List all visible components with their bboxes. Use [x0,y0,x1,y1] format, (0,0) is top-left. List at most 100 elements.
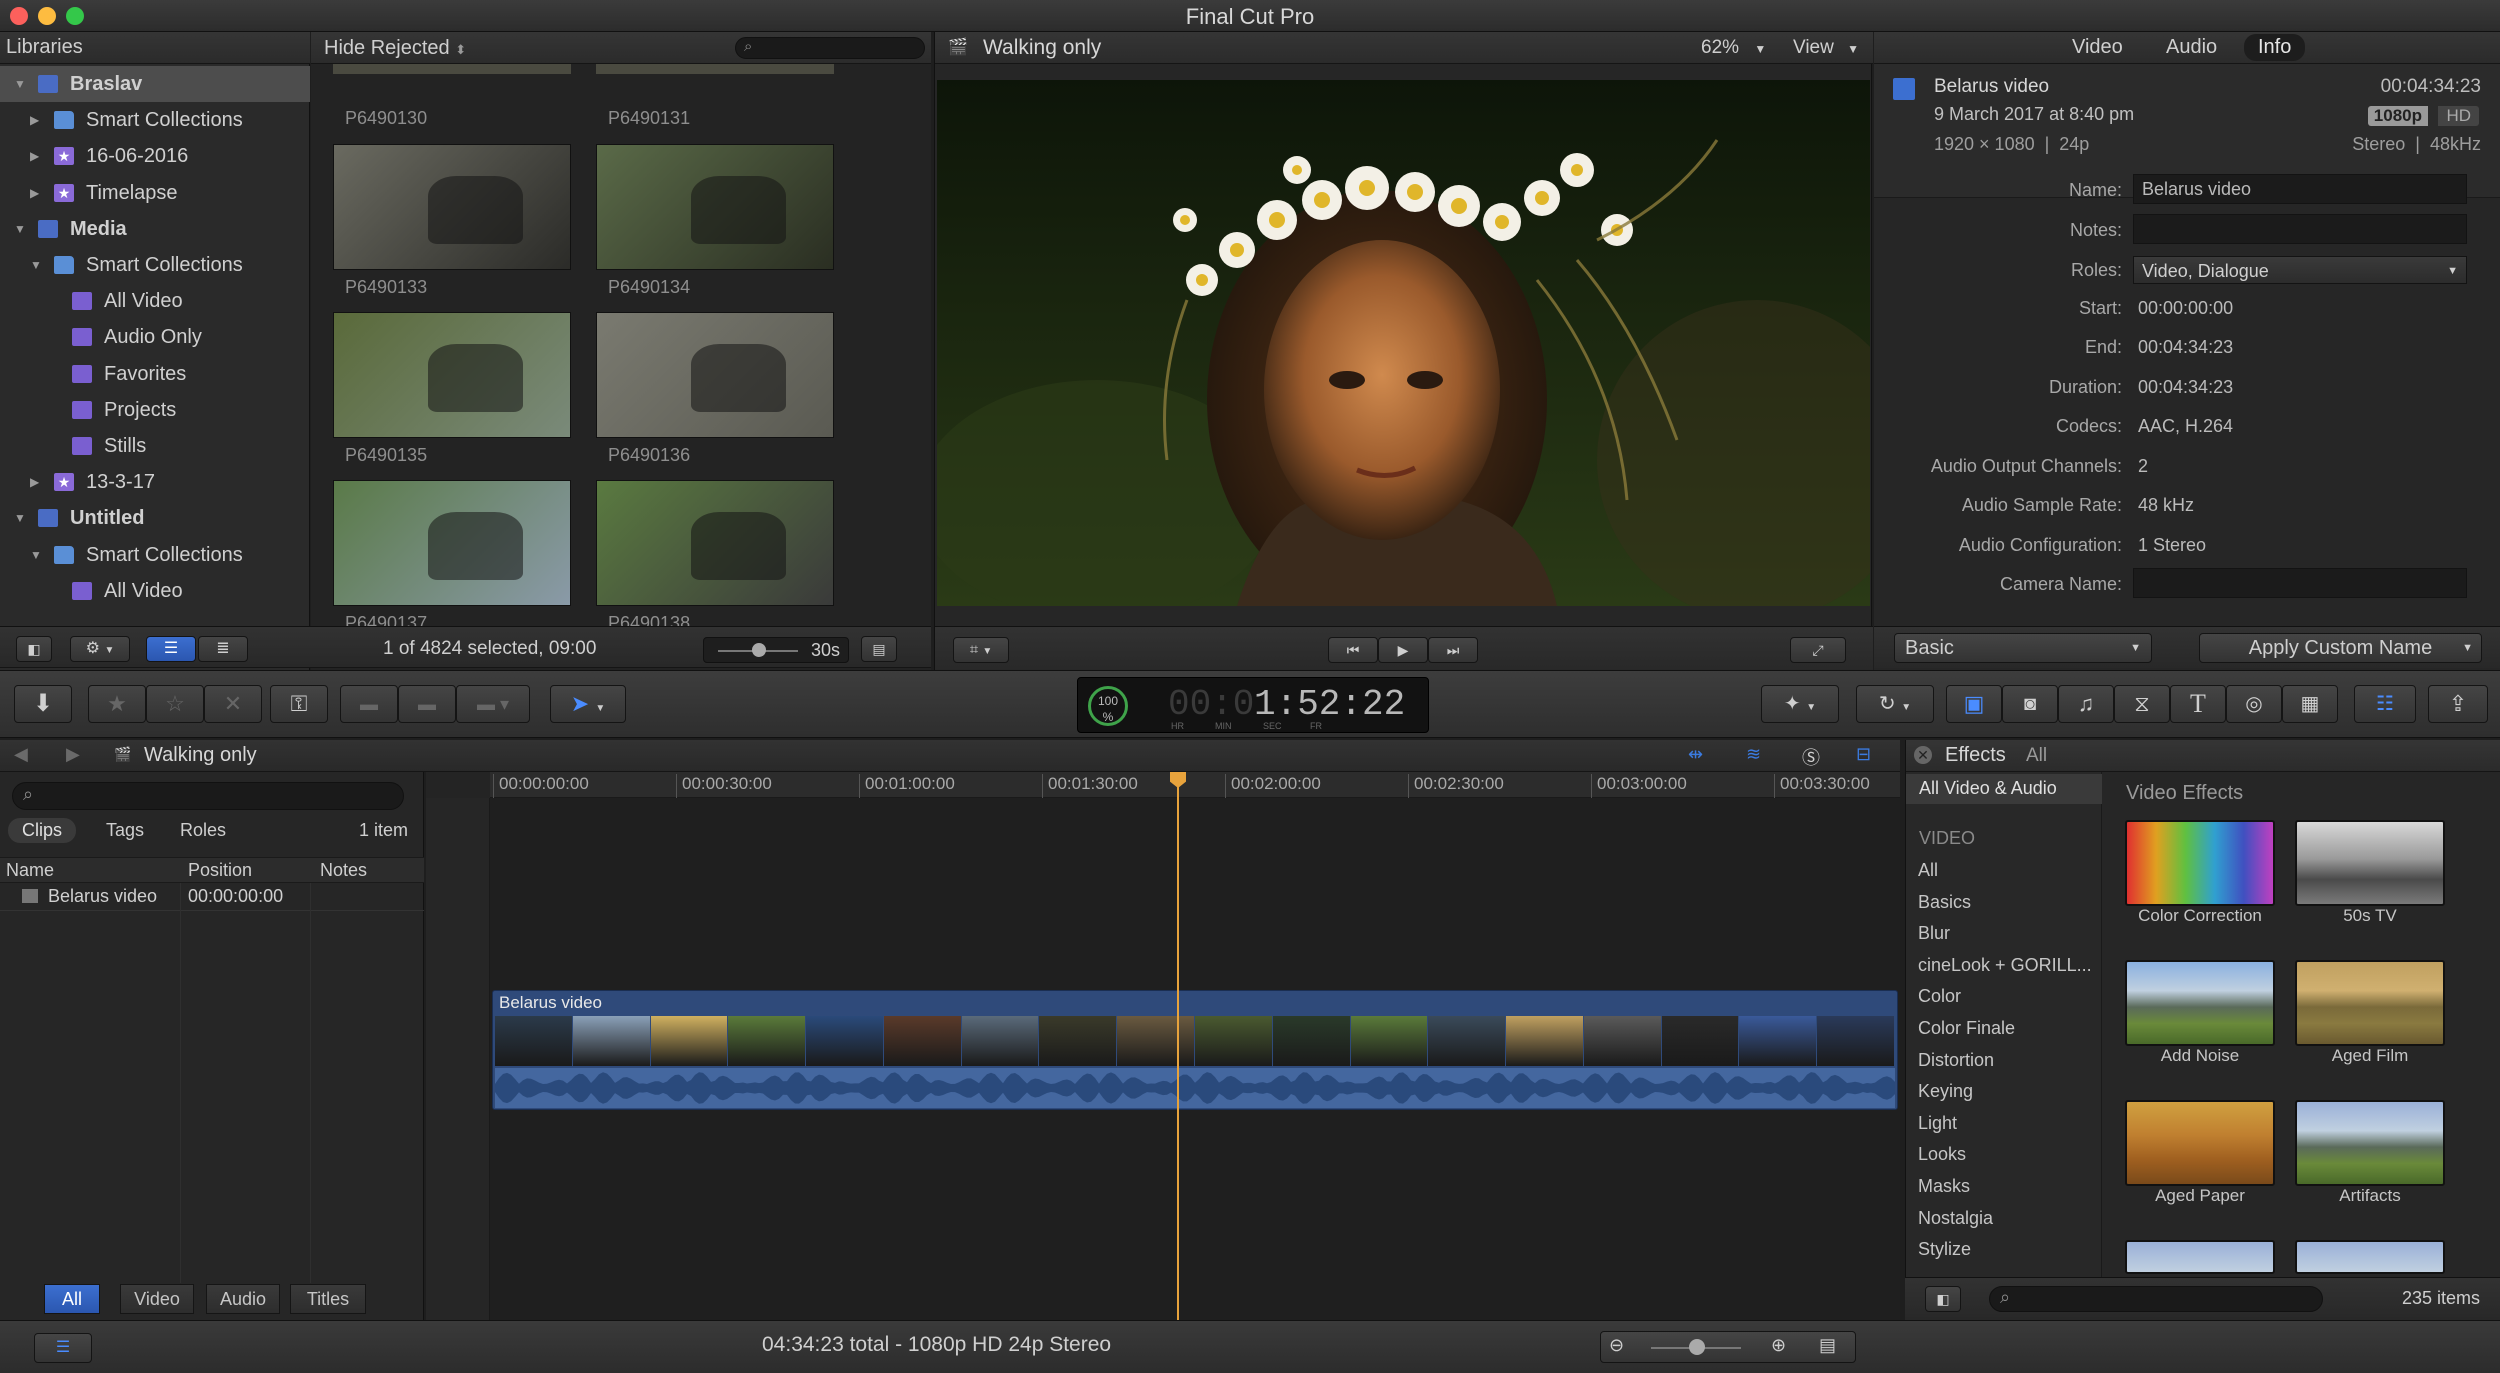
audio-skimming-icon[interactable]: ≋ [1746,744,1761,765]
col-notes[interactable]: Notes [320,860,367,881]
sidebar-toggle-button[interactable]: ◧ [16,636,52,662]
solo-icon[interactable]: Ⓢ [1802,744,1820,770]
connect-clip-button[interactable]: ▬ [340,685,398,723]
sidebar-item[interactable]: Projects [0,392,310,428]
clip-appearance-icon[interactable]: ▤ [1819,1335,1836,1356]
zoom-in-icon[interactable]: ⊕ [1771,1335,1786,1356]
fullscreen-button[interactable]: ⤢ [1790,637,1846,663]
enhancements-button[interactable]: ✦ ▼ [1761,685,1839,723]
thumbnail-partial[interactable] [596,64,834,74]
filter-tab-titles[interactable]: Titles [290,1284,366,1314]
background-task-progress[interactable]: 100 % [1088,686,1128,726]
zoom-slider-knob[interactable] [1689,1339,1705,1355]
tab-audio[interactable]: Audio [2166,36,2217,59]
effect-thumbnail[interactable] [2125,820,2275,906]
view-menu[interactable]: View ▼ [1793,37,1859,59]
thumbnail-partial[interactable] [333,64,571,74]
timeline-index-button[interactable]: ☰ [34,1333,92,1363]
metadata-view-dropdown[interactable]: Basic ▼ [1894,633,2152,663]
sidebar-item[interactable]: Favorites [0,356,310,392]
filter-tab-video[interactable]: Video [120,1284,194,1314]
sidebar-item[interactable]: ▼ Untitled [0,500,310,536]
disclosure-closed-icon[interactable]: ▶ [30,102,39,138]
disclosure-open-icon[interactable]: ▼ [14,66,26,102]
disclosure-closed-icon[interactable]: ▶ [30,138,39,174]
timecode-display[interactable]: 100 % 00:0 1:52:22 HR MIN SEC FR [1077,677,1429,733]
sidebar-item[interactable]: ▼ Smart Collections [0,247,310,283]
disclosure-open-icon[interactable]: ▼ [14,211,26,247]
effect-thumbnail-partial[interactable] [2295,1240,2445,1274]
sidebar-item[interactable]: ▶ Smart Collections [0,102,310,138]
clip-thumbnail[interactable] [333,144,571,270]
select-tool-button[interactable]: ➤ ▼ [550,685,626,723]
sidebar-item[interactable]: ▼ Braslav [0,66,310,102]
clip-skimming-icon[interactable]: ⇹ [1688,744,1703,765]
generators-button[interactable]: ◎ [2226,685,2282,723]
effect-thumbnail[interactable] [2125,1100,2275,1186]
effect-thumbnail[interactable] [2295,820,2445,906]
next-edit-button[interactable]: ⏭ [1428,637,1478,663]
tab-video[interactable]: Video [2072,36,2123,59]
sidebar-item[interactable]: Audio Only [0,319,310,355]
timeline-clip[interactable]: Belarus video [492,990,1898,1110]
titles-button[interactable]: T [2170,685,2226,723]
reject-button[interactable]: ✕ [204,685,262,723]
sidebar-item[interactable]: ▶ ★ Timelapse [0,175,310,211]
transform-menu-button[interactable]: ⌗ ▼ [953,637,1009,663]
effect-thumbnail[interactable] [2125,960,2275,1046]
favorite-button[interactable]: ★ [88,685,146,723]
sidebar-item[interactable]: All Video [0,283,310,319]
disclosure-closed-icon[interactable]: ▶ [30,175,39,211]
disclosure-open-icon[interactable]: ▼ [14,500,26,536]
viewer-zoom-menu[interactable]: 62% ▼ [1701,37,1766,59]
close-effects-icon[interactable]: ✕ [1914,746,1932,764]
effects-category[interactable]: Masks [1918,1176,1970,1197]
clip-thumbnail[interactable] [333,480,571,606]
playhead[interactable] [1177,772,1179,1320]
tab-roles[interactable]: Roles [180,820,226,841]
search-field[interactable]: ⌕ [12,782,404,810]
themes-button[interactable]: ▦ [2282,685,2338,723]
start-value[interactable]: 00:00:00:00 [2138,298,2233,319]
forward-arrow-icon[interactable]: ▶ [66,744,80,765]
list-view-button[interactable]: ≣ [198,636,248,662]
effects-category[interactable]: Looks [1918,1144,1966,1165]
effects-category[interactable]: Keying [1918,1081,1973,1102]
effects-category[interactable]: Blur [1918,923,1950,944]
camera-name-field[interactable] [2133,568,2467,598]
sidebar-item[interactable]: ▼ Smart Collections [0,537,310,573]
filmstrip-view-button[interactable]: ☰ [146,636,196,662]
insert-clip-button[interactable]: ▬ [398,685,456,723]
name-field[interactable]: Belarus video [2133,174,2467,204]
browser-search-field[interactable]: ⌕ [735,37,925,59]
effects-category[interactable]: Distortion [1918,1050,1994,1071]
col-position[interactable]: Position [188,860,252,881]
hide-rejected-menu[interactable]: Hide Rejected ⬍ [324,37,466,60]
retime-button[interactable]: ↻ ▼ [1856,685,1934,723]
media-browser-button[interactable]: ▣ [1946,685,2002,723]
notes-field[interactable] [2133,214,2467,244]
transitions-button[interactable]: ⧖ [2114,685,2170,723]
tab-info[interactable]: Info [2244,34,2306,61]
effects-category[interactable]: All [1918,860,1938,881]
zoom-out-icon[interactable]: ⊖ [1609,1335,1624,1356]
end-value[interactable]: 00:04:34:23 [2138,337,2233,358]
effects-search-field[interactable]: ⌕ [1989,1286,2323,1312]
effect-thumbnail[interactable] [2295,1100,2445,1186]
sidebar-item[interactable]: ▼ Media [0,211,310,247]
effect-thumbnail[interactable] [2295,960,2445,1046]
slider-knob[interactable] [752,643,766,657]
snapping-icon[interactable]: ⊟ [1856,744,1871,765]
clip-appearance-button[interactable]: ▤ [861,636,897,662]
clip-zoom-slider[interactable]: 30s [703,637,849,663]
sidebar-toggle-button[interactable]: ◧ [1925,1286,1961,1312]
disclosure-open-icon[interactable]: ▼ [30,537,42,573]
duration-value[interactable]: 00:04:34:23 [2138,377,2233,398]
import-button[interactable]: ⬇ [14,685,72,723]
disclosure-closed-icon[interactable]: ▶ [30,464,39,500]
effects-category[interactable]: Nostalgia [1918,1208,1993,1229]
effects-category[interactable]: Stylize [1918,1239,1971,1260]
col-name[interactable]: Name [6,860,54,881]
clip-thumbnail[interactable] [596,312,834,438]
play-button[interactable]: ▶ [1378,637,1428,663]
